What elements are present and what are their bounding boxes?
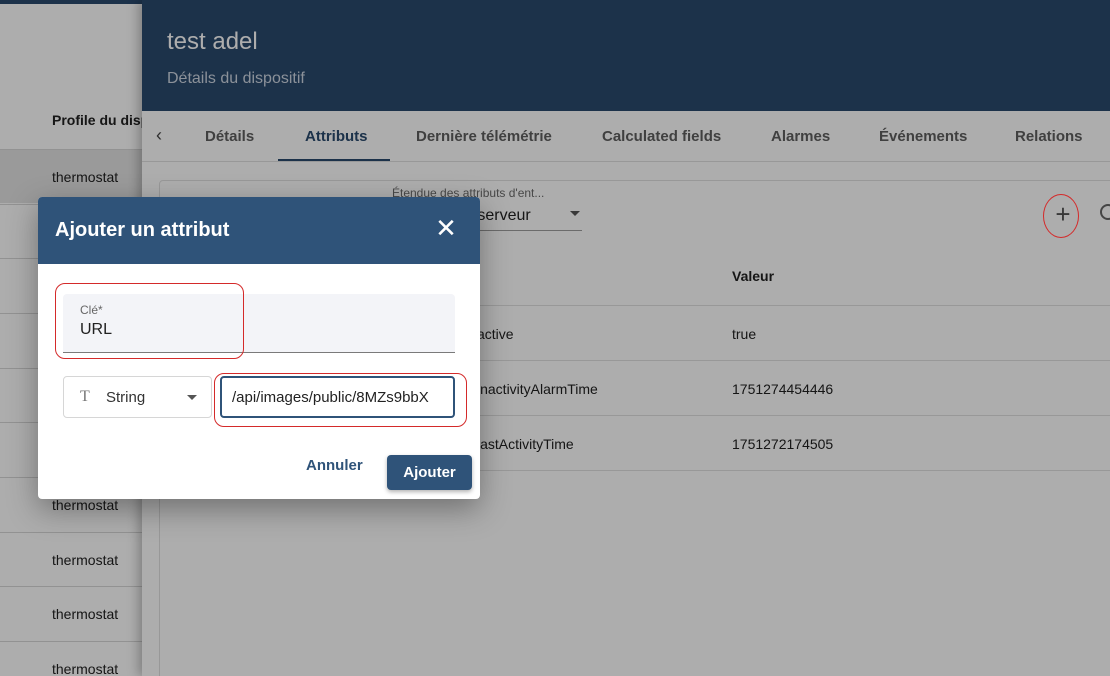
add-attribute-dialog: Ajouter un attribut ✕ Clé* URL T String …: [38, 197, 480, 499]
close-icon[interactable]: ✕: [434, 215, 458, 241]
text-type-icon: T: [80, 388, 90, 405]
add-button[interactable]: Ajouter: [387, 455, 472, 490]
value-input[interactable]: [220, 376, 455, 418]
dialog-title: Ajouter un attribut: [55, 219, 230, 241]
value-type-label: String: [106, 389, 146, 406]
key-label: Clé*: [80, 303, 103, 317]
key-field[interactable]: Clé* URL: [63, 294, 455, 353]
chevron-down-icon: [187, 395, 197, 400]
cancel-button[interactable]: Annuler: [306, 457, 363, 474]
key-input[interactable]: URL: [80, 321, 112, 339]
value-type-select[interactable]: T String: [63, 376, 212, 418]
dialog-header: Ajouter un attribut ✕: [38, 197, 480, 264]
